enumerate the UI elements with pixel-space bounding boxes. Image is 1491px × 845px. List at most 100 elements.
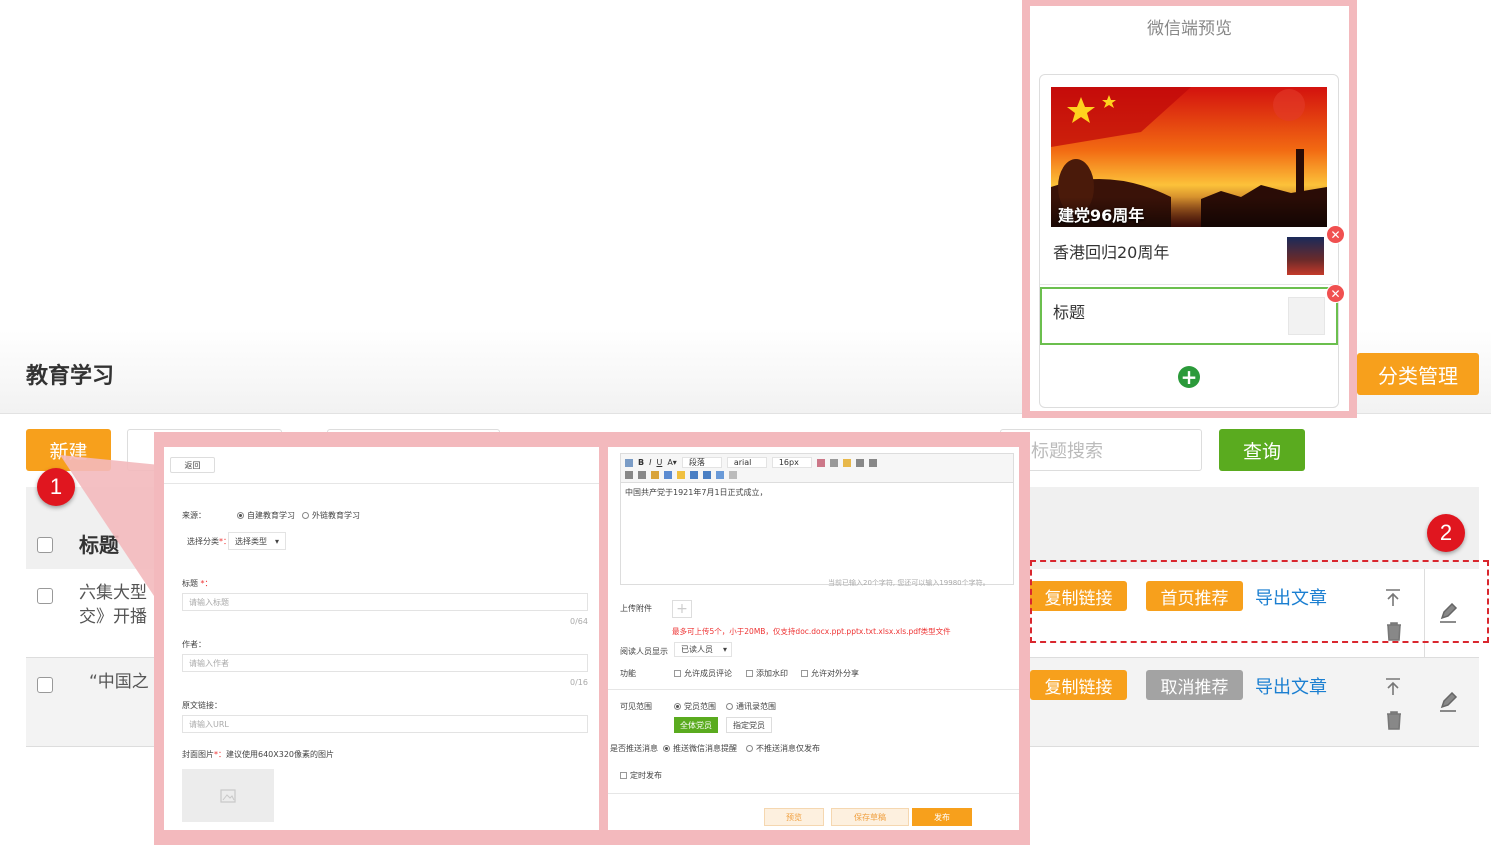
cover-upload-box[interactable] bbox=[182, 769, 274, 822]
news-thumbnail-placeholder bbox=[1288, 297, 1325, 335]
redo-icon[interactable] bbox=[729, 471, 737, 479]
author-label: 作者： bbox=[182, 640, 206, 649]
source-radio-link[interactable]: 外链教育学习 bbox=[302, 510, 360, 521]
category-manage-button[interactable]: 分类管理 bbox=[1357, 353, 1479, 395]
specific-members-button[interactable]: 指定党员 bbox=[726, 717, 772, 733]
trash-icon[interactable] bbox=[1385, 710, 1403, 730]
scope-option-label: 党员范围 bbox=[684, 702, 716, 711]
preview-news-item-selected[interactable]: 标题 bbox=[1040, 287, 1338, 345]
html-icon[interactable] bbox=[625, 458, 633, 467]
add-item-icon[interactable]: + bbox=[1178, 366, 1200, 388]
eraser-icon[interactable] bbox=[816, 458, 825, 467]
copy-link-button[interactable]: 复制链接 bbox=[1030, 670, 1127, 700]
schedule-checkbox[interactable]: 定时发布 bbox=[620, 770, 662, 781]
required-mark: *： bbox=[214, 750, 226, 759]
link-icon[interactable] bbox=[703, 471, 711, 479]
category-select[interactable]: 选择类型 ▾ bbox=[228, 532, 286, 550]
scope-label: 可见范围 bbox=[620, 702, 652, 711]
source-option-label: 自建教育学习 bbox=[247, 511, 295, 520]
save-draft-button[interactable]: 保存草稿 bbox=[831, 808, 909, 826]
push-radio-silent[interactable]: 不推送消息仅发布 bbox=[746, 743, 820, 754]
push-option-label: 推送微信消息提醒 bbox=[673, 744, 737, 753]
preview-news-item[interactable]: 香港回归20周年 bbox=[1040, 227, 1338, 285]
word-icon[interactable] bbox=[690, 471, 698, 479]
publish-button[interactable]: 发布 bbox=[912, 808, 972, 826]
news-item-title: 标题 bbox=[1053, 303, 1086, 322]
screenshot-stage: { "page": { "title": "教育学习", "category_b… bbox=[0, 0, 1491, 845]
search-input[interactable]: 标题搜索 bbox=[1000, 429, 1202, 471]
news-thumbnail bbox=[1287, 237, 1324, 275]
step-marker-2: 2 bbox=[1427, 514, 1465, 552]
paragraph-value: 段落 bbox=[688, 458, 705, 467]
font-value: arial bbox=[733, 458, 752, 467]
underline-icon[interactable]: U bbox=[656, 458, 662, 467]
font-color-icon[interactable]: A▾ bbox=[667, 458, 677, 467]
source-radio-self[interactable]: 自建教育学习 bbox=[237, 510, 295, 521]
image-icon[interactable] bbox=[651, 471, 659, 479]
char-counter: 当前已输入20个字符, 您还可以输入19980个字符。 bbox=[828, 579, 990, 587]
remove-item-icon[interactable]: ✕ bbox=[1326, 284, 1345, 303]
function-option-label: 允许对外分享 bbox=[811, 669, 859, 678]
preview-button[interactable]: 预览 bbox=[764, 808, 824, 826]
select-all-checkbox[interactable] bbox=[37, 537, 53, 553]
row-checkbox[interactable] bbox=[37, 588, 53, 604]
reader-select[interactable]: 已读人员 ▾ bbox=[674, 642, 732, 657]
format-icon[interactable] bbox=[829, 458, 838, 467]
watermark-checkbox[interactable]: 添加水印 bbox=[746, 668, 788, 679]
push-radio-notify[interactable]: 推送微信消息提醒 bbox=[663, 743, 737, 754]
row-checkbox[interactable] bbox=[37, 677, 53, 693]
cover-hint: 建议使用640X320像素的图片 bbox=[226, 750, 335, 759]
upload-add-button[interactable]: + bbox=[672, 600, 692, 618]
emoji-icon[interactable] bbox=[677, 471, 685, 479]
line-height-icon[interactable] bbox=[638, 471, 646, 479]
italic-icon[interactable]: I bbox=[649, 458, 651, 467]
scope-option-label: 通讯录范围 bbox=[736, 702, 776, 711]
size-select[interactable]: 16px bbox=[771, 457, 812, 468]
query-button[interactable]: 查询 bbox=[1219, 429, 1305, 471]
cover-caption: 建党96周年 bbox=[1058, 206, 1145, 225]
source-label: 来源： bbox=[182, 511, 206, 520]
author-input[interactable]: 请输入作者 bbox=[182, 654, 588, 672]
back-button[interactable]: 返回 bbox=[170, 457, 215, 473]
upload-hint: 最多可上传5个，小于20MB，仅支持doc.docx.ppt.pptx.txt.… bbox=[672, 627, 951, 636]
scope-radio-contacts[interactable]: 通讯录范围 bbox=[726, 701, 776, 712]
title-char-count: 0/64 bbox=[570, 617, 588, 626]
align-center-icon[interactable] bbox=[855, 458, 864, 467]
push-option-label: 不推送消息仅发布 bbox=[756, 744, 820, 753]
allow-share-checkbox[interactable]: 允许对外分享 bbox=[801, 668, 859, 679]
row-title[interactable]: “中国之 bbox=[89, 670, 149, 694]
remove-item-icon[interactable]: ✕ bbox=[1326, 225, 1345, 244]
align-left-icon[interactable] bbox=[842, 458, 851, 467]
undo-icon[interactable] bbox=[716, 471, 724, 479]
page-title: 教育学习 bbox=[26, 364, 115, 389]
all-members-button[interactable]: 全体党员 bbox=[674, 717, 718, 733]
category-label-text: 选择分类 bbox=[187, 537, 219, 546]
list-icon[interactable] bbox=[868, 458, 877, 467]
function-option-label: 允许成员评论 bbox=[684, 669, 732, 678]
highlight-dashed-box bbox=[1030, 560, 1489, 643]
image-placeholder-icon bbox=[220, 788, 236, 803]
step-marker-1: 1 bbox=[37, 468, 75, 506]
export-link[interactable]: 导出文章 bbox=[1255, 673, 1327, 699]
edit-pencil-icon[interactable] bbox=[1438, 692, 1458, 712]
article-form-left: 返回 来源： 自建教育学习 外链教育学习 选择分类*： 选择类型 ▾ 标题 *： … bbox=[164, 447, 599, 830]
bullet-list-icon[interactable] bbox=[625, 471, 633, 479]
divider bbox=[608, 793, 1019, 794]
editor-content-area[interactable]: 中国共产党于1921年7月1日正式成立， bbox=[620, 483, 1014, 585]
author-char-count: 0/16 bbox=[570, 678, 588, 687]
reader-label: 阅读人员显示 bbox=[620, 647, 668, 656]
upload-label: 上传附件 bbox=[620, 604, 652, 613]
pin-top-icon[interactable] bbox=[1383, 677, 1403, 697]
schedule-label: 定时发布 bbox=[630, 771, 662, 780]
font-select[interactable]: arial bbox=[726, 457, 767, 468]
cancel-recommend-button[interactable]: 取消推荐 bbox=[1146, 670, 1243, 700]
paragraph-select[interactable]: 段落 bbox=[681, 457, 722, 468]
bold-icon[interactable]: B bbox=[638, 458, 644, 467]
editor-content: 中国共产党于1921年7月1日正式成立， bbox=[625, 488, 768, 497]
allow-comment-checkbox[interactable]: 允许成员评论 bbox=[674, 668, 732, 679]
divider bbox=[164, 483, 599, 484]
url-input[interactable]: 请输入URL bbox=[182, 715, 588, 733]
table-icon[interactable] bbox=[664, 471, 672, 479]
title-input[interactable]: 请输入标题 bbox=[182, 593, 588, 611]
scope-radio-party[interactable]: 党员范围 bbox=[674, 701, 716, 712]
